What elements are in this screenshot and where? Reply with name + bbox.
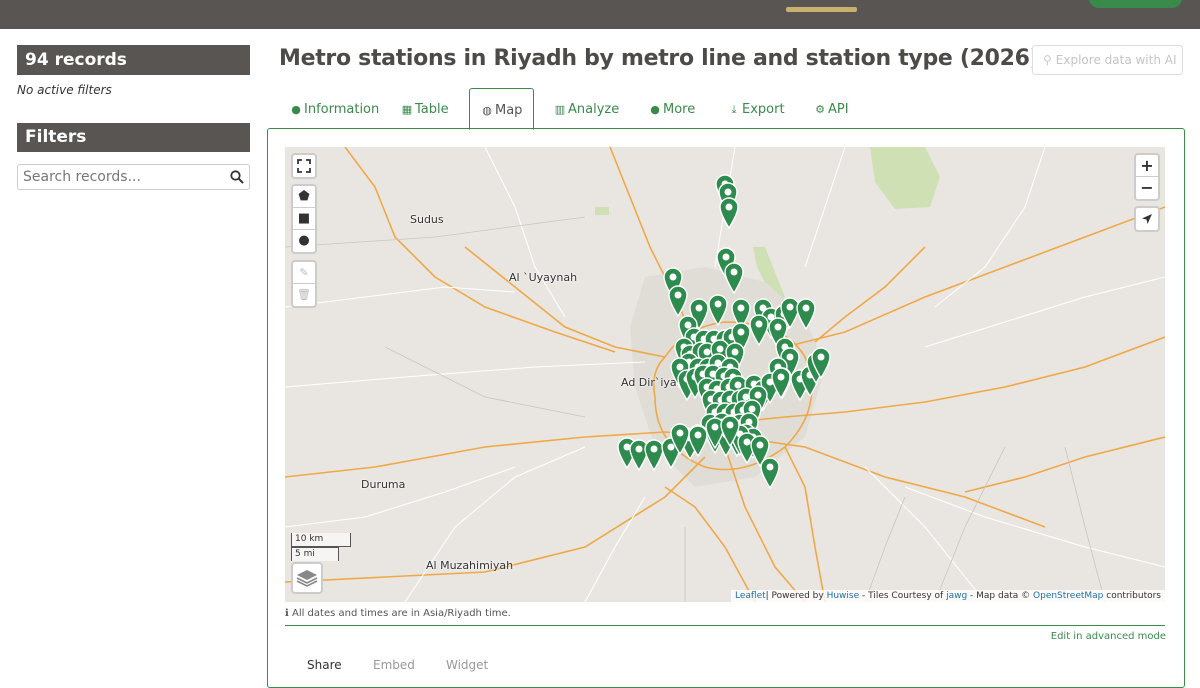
jawg-link[interactable]: jawg [946,591,967,601]
records-count: 94 records [17,45,250,75]
polygon-icon: ⬟ [298,189,310,204]
attribution-text: contributors [1103,591,1161,601]
tab-embed[interactable]: Embed [373,658,415,672]
edit-toolbar: ✎ 🗑 [291,260,317,308]
fullscreen-icon [297,159,311,173]
huwise-link[interactable]: Huwise [827,591,860,601]
place-label: Al Muzahimiyah [426,559,514,572]
page-title: Metro stations in Riyadh by metro line a… [279,46,1040,71]
explore-ai-button[interactable]: ⚲ Explore data with AI [1032,45,1183,75]
station-marker[interactable] [708,294,728,330]
search-icon[interactable] [230,170,244,184]
draw-circle-button[interactable]: ● [293,230,315,252]
station-marker[interactable] [720,415,740,451]
map-view[interactable]: ⬟ ■ ● ✎ 🗑 + − Sudus Al `Uyaynah Ad Dir`i… [285,147,1165,602]
delete-layers-button[interactable]: 🗑 [293,284,315,306]
locate-control [1134,206,1160,232]
tab-table-label: Table [415,102,449,117]
layers-button[interactable] [291,562,323,594]
draw-rectangle-button[interactable]: ■ [293,208,315,230]
fullscreen-control [291,153,317,179]
tab-map-label: Map [495,103,523,118]
map-divider [285,625,1165,626]
table-icon: ▦ [401,103,413,116]
tab-api[interactable]: ⚙ API [814,88,849,130]
station-marker[interactable] [670,423,690,459]
tab-analyze[interactable]: ▥ Analyze [554,88,619,130]
circle-icon: ● [298,233,310,248]
advanced-mode-link[interactable]: Edit in advanced mode [1051,631,1166,642]
tab-export-label: Export [742,102,785,117]
attribution-text: - Tiles Courtesy of [859,591,947,601]
layers-icon [296,570,318,587]
tab-export[interactable]: ⤓ Export [728,88,785,130]
globe-icon: ◍ [482,104,492,117]
edit-icon: ✎ [299,266,309,279]
tab-widget[interactable]: Widget [446,658,488,672]
draw-toolbar: ⬟ ■ ● [291,184,317,254]
attribution-text: | Powered by [765,591,827,601]
map-attribution: Leaflet| Powered by Huwise - Tiles Court… [731,590,1165,602]
tab-analyze-label: Analyze [568,102,620,117]
zoom-out-button[interactable]: − [1136,177,1158,199]
station-marker[interactable] [811,347,831,383]
search-input[interactable] [18,165,218,189]
tab-information[interactable]: ● Information [290,88,379,130]
zoom-control: + − [1134,153,1160,201]
leaflet-link[interactable]: Leaflet [735,591,766,601]
comment-icon: ● [650,103,660,116]
scale-bar-mi: 5 mi [291,547,339,561]
fullscreen-button[interactable] [293,155,315,177]
station-marker[interactable] [749,314,769,350]
locate-button[interactable] [1136,208,1158,230]
station-marker[interactable] [760,457,780,493]
sparkle-search-icon: ⚲ [1043,53,1052,67]
openstreetmap-link[interactable]: OpenStreetMap [1033,591,1103,601]
station-marker[interactable] [771,367,791,403]
search-box [17,164,250,190]
top-action-button[interactable] [1089,0,1182,8]
timezone-note: ℹ All dates and times are in Asia/Riyadh… [285,608,511,619]
gears-icon: ⚙ [815,103,825,116]
tab-share[interactable]: Share [307,658,342,672]
place-label: Sudus [410,213,444,226]
draw-polygon-button[interactable]: ⬟ [293,186,315,208]
explore-ai-label: Explore data with AI [1055,53,1177,67]
download-icon: ⤓ [731,103,737,116]
filters-status: No active filters [17,83,112,97]
place-label: Al `Uyaynah [509,271,578,284]
tab-map[interactable]: ◍ Map [469,88,535,130]
station-marker[interactable] [719,197,739,233]
place-label: Duruma [361,478,406,491]
location-arrow-icon [1142,214,1152,224]
trash-icon: 🗑 [297,288,311,301]
tab-information-label: Information [304,102,380,117]
filters-heading: Filters [17,123,250,152]
tab-api-label: API [828,102,849,117]
tab-table[interactable]: ▦ Table [401,88,449,130]
station-marker[interactable] [724,262,744,298]
station-marker[interactable] [688,425,708,461]
zoom-in-button[interactable]: + [1136,155,1158,177]
station-marker[interactable] [796,298,816,334]
rectangle-icon: ■ [297,211,311,226]
bar-chart-icon: ▥ [554,103,566,116]
info-circle-icon: ● [291,103,301,116]
top-navigation-bar [0,0,1200,29]
tab-more-label: More [663,102,696,117]
edit-layers-button[interactable]: ✎ [293,262,315,284]
attribution-text: - Map data © [967,591,1034,601]
active-nav-indicator [786,7,857,12]
tab-more[interactable]: ● More [649,88,695,130]
scale-bar-km: 10 km [291,533,351,547]
